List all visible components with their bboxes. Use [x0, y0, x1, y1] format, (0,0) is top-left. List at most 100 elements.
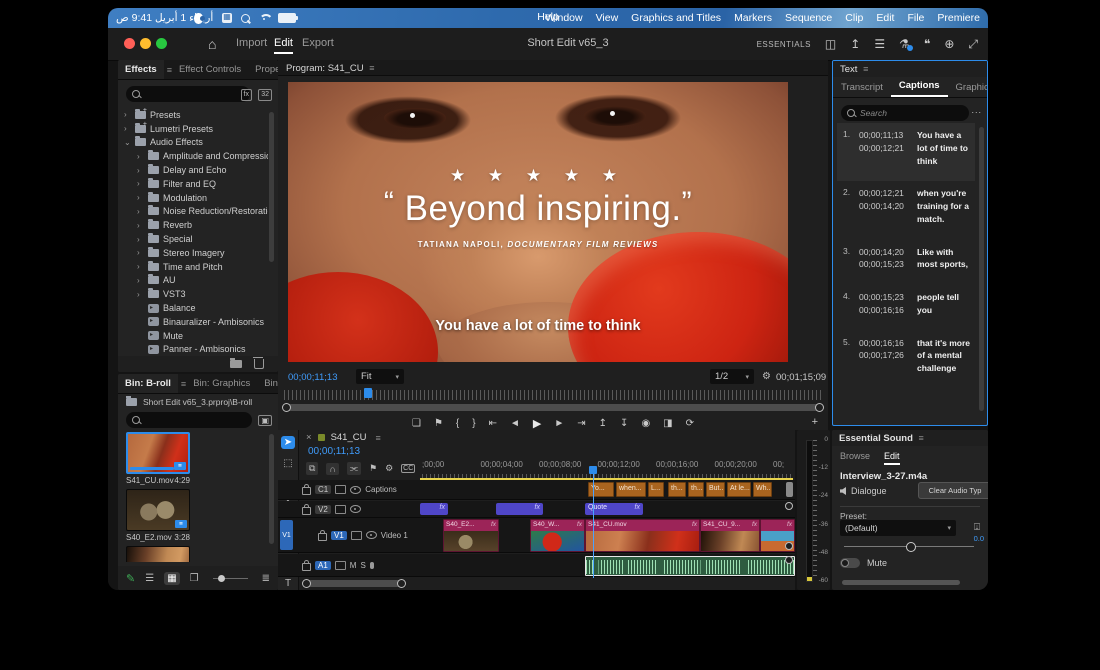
effects-tree-row[interactable]: › Reverb	[122, 218, 268, 232]
effects-tree-row[interactable]: › Amplitude and Compression	[122, 149, 268, 163]
extract-icon[interactable]: ↧	[620, 418, 628, 429]
mute-track-button[interactable]: M	[350, 561, 357, 570]
settings-wrench-icon[interactable]: ⚙	[762, 371, 771, 382]
source-patch-v1[interactable]: V1	[280, 520, 293, 550]
scroll-handle[interactable]	[282, 403, 291, 412]
caption-text[interactable]: people tell you	[917, 291, 973, 317]
bin-breadcrumb[interactable]: Short Edit v65_3.prproj\B-roll	[126, 397, 276, 407]
list-view-icon[interactable]: ☰	[145, 573, 154, 584]
home-icon[interactable]: ⌂	[208, 36, 216, 52]
caption-clip[interactable]: L...	[648, 482, 664, 497]
button-editor-plus[interactable]: +	[812, 416, 818, 428]
step-forward-icon[interactable]: ►	[554, 418, 564, 429]
effects-tree-row[interactable]: › AU	[122, 274, 268, 288]
effects-tree-row[interactable]: › Special	[122, 232, 268, 246]
minimize-window-button[interactable]	[140, 38, 151, 49]
track-resize-handle[interactable]	[785, 502, 793, 510]
expand-chevron-icon[interactable]: ›	[137, 235, 144, 244]
gain-value[interactable]: 0.0	[974, 534, 984, 543]
track-meta-icon[interactable]	[335, 505, 346, 514]
caption-row[interactable]: 2. 00;00;12;2100;00;14;20 when you're tr…	[837, 181, 975, 239]
program-monitor-title[interactable]: Program: S41_CU	[286, 63, 364, 74]
expand-chevron-icon[interactable]: ›	[137, 290, 144, 299]
tab-import[interactable]: Import	[236, 37, 267, 49]
mark-in-icon[interactable]: {	[456, 418, 459, 429]
workspace-label[interactable]: ESSENTIALS	[757, 40, 811, 49]
program-mini-timeline[interactable]	[284, 390, 822, 400]
scroll-handle[interactable]	[815, 403, 824, 412]
linked-selection-icon[interactable]: ⫘	[347, 462, 361, 475]
quick-export-icon[interactable]: ☰	[874, 37, 885, 51]
bin-search-input[interactable]	[126, 412, 252, 428]
close-window-button[interactable]	[124, 38, 135, 49]
multicam-icon[interactable]: ⟳	[686, 418, 694, 429]
tab-captions[interactable]: Captions	[891, 77, 948, 97]
effects-tree-row[interactable]: › Stereo Imagery	[122, 246, 268, 260]
preset-dropdown[interactable]: (Default)▾	[840, 520, 956, 536]
caption-row[interactable]: 3. 00;00;14;2000;00;15;23 Like with most…	[837, 240, 975, 286]
effects-tree-row[interactable]: ⌄ Audio Effects	[122, 136, 268, 150]
mic-icon[interactable]	[370, 562, 374, 569]
expand-chevron-icon[interactable]: ›	[137, 166, 144, 175]
clear-audio-type-button[interactable]: Clear Audio Typ	[918, 482, 988, 499]
comments-icon[interactable]: ❝	[924, 37, 930, 51]
lock-icon[interactable]	[318, 533, 327, 541]
caption-clip[interactable]: At le...	[727, 482, 751, 497]
video-clip[interactable]: S41_CU_9...fx	[700, 519, 760, 552]
clip-thumbnail[interactable]: ≣	[126, 432, 190, 474]
clip-thumbnail[interactable]: ≣	[126, 489, 190, 531]
essential-sound-scrollbar[interactable]	[842, 580, 960, 585]
effects-tree-row[interactable]: › Filter and EQ	[122, 177, 268, 191]
step-back-icon[interactable]: ◄	[510, 418, 520, 429]
captions-scrollbar[interactable]	[979, 127, 984, 411]
video-clip[interactable]: S40_E2...fx	[443, 519, 499, 552]
caption-row[interactable]: 5. 00;00;16;1600;00;17;26 that it's more…	[837, 331, 975, 389]
tab-bin-graphics[interactable]: Bin: Graphics	[186, 374, 257, 393]
menu-item[interactable]: Edit	[876, 12, 894, 24]
go-to-in-icon[interactable]: ⇤	[489, 418, 497, 429]
track-badge-v1[interactable]: V1	[331, 531, 347, 540]
effects-scrollbar[interactable]	[269, 112, 274, 262]
expand-chevron-icon[interactable]: ›	[137, 248, 144, 257]
save-preset-icon[interactable]: ⍗	[974, 522, 980, 533]
bin-scrollbar[interactable]	[269, 434, 274, 544]
track-visibility-icon[interactable]	[366, 531, 377, 539]
menu-item[interactable]: Window	[545, 12, 582, 24]
level-slider[interactable]	[844, 546, 974, 547]
effects-tree-row[interactable]: Panner - Ambisonics	[122, 343, 268, 354]
caption-clip[interactable]: when...	[616, 482, 646, 497]
caption-text[interactable]: You have a lot of time to think	[917, 129, 973, 167]
share-icon[interactable]: ↥	[850, 37, 860, 51]
program-zoom-scrollbar[interactable]	[284, 404, 822, 411]
track-meta-icon[interactable]	[335, 561, 346, 570]
expand-chevron-icon[interactable]: ›	[137, 193, 144, 202]
effects-tree-row[interactable]: Balance	[122, 301, 268, 315]
tab-edit[interactable]: Edit	[884, 451, 900, 465]
menu-item[interactable]: File	[907, 12, 924, 24]
track-badge-a1[interactable]: A1	[315, 561, 331, 570]
track-meta-icon[interactable]	[351, 531, 362, 540]
thumbnail-zoom-slider[interactable]	[213, 578, 248, 579]
menu-item[interactable]: Sequence	[785, 12, 832, 24]
workspace-icon[interactable]: ◫	[825, 37, 836, 51]
bin-clip[interactable]: ≣ S41_CU_9...4:00	[126, 546, 190, 562]
edit-pencil-icon[interactable]: ✎	[126, 572, 135, 585]
panel-menu-icon[interactable]: ≡	[375, 433, 380, 443]
expand-chevron-icon[interactable]: ›	[137, 276, 144, 285]
caption-row[interactable]: 1. 00;00;11;1300;00;12;21 You have a lot…	[837, 123, 975, 181]
track-badge-v2[interactable]: V2	[315, 505, 331, 514]
sort-icon[interactable]: ≣	[262, 573, 270, 584]
menu-item[interactable]: Markers	[734, 12, 772, 24]
effects-search-input[interactable]	[126, 86, 250, 102]
export-frame-icon[interactable]: ◉	[641, 418, 650, 429]
clip-thumbnail[interactable]: ≣	[126, 546, 190, 562]
caption-clip[interactable]: th...	[688, 482, 704, 497]
mark-out-icon[interactable]: }	[472, 418, 475, 429]
menu-item[interactable]: View	[596, 12, 619, 24]
tab-bin-audio[interactable]: Bin: Au	[257, 374, 278, 393]
panel-menu-icon[interactable]: ≡	[369, 63, 374, 73]
program-timecode[interactable]: 00;00;11;13	[288, 372, 337, 383]
effects-tree-row[interactable]: › Time and Pitch	[122, 260, 268, 274]
frame-search-icon[interactable]: ❏	[412, 418, 421, 429]
effects-tree-row[interactable]: › Lumetri Presets	[122, 122, 268, 136]
